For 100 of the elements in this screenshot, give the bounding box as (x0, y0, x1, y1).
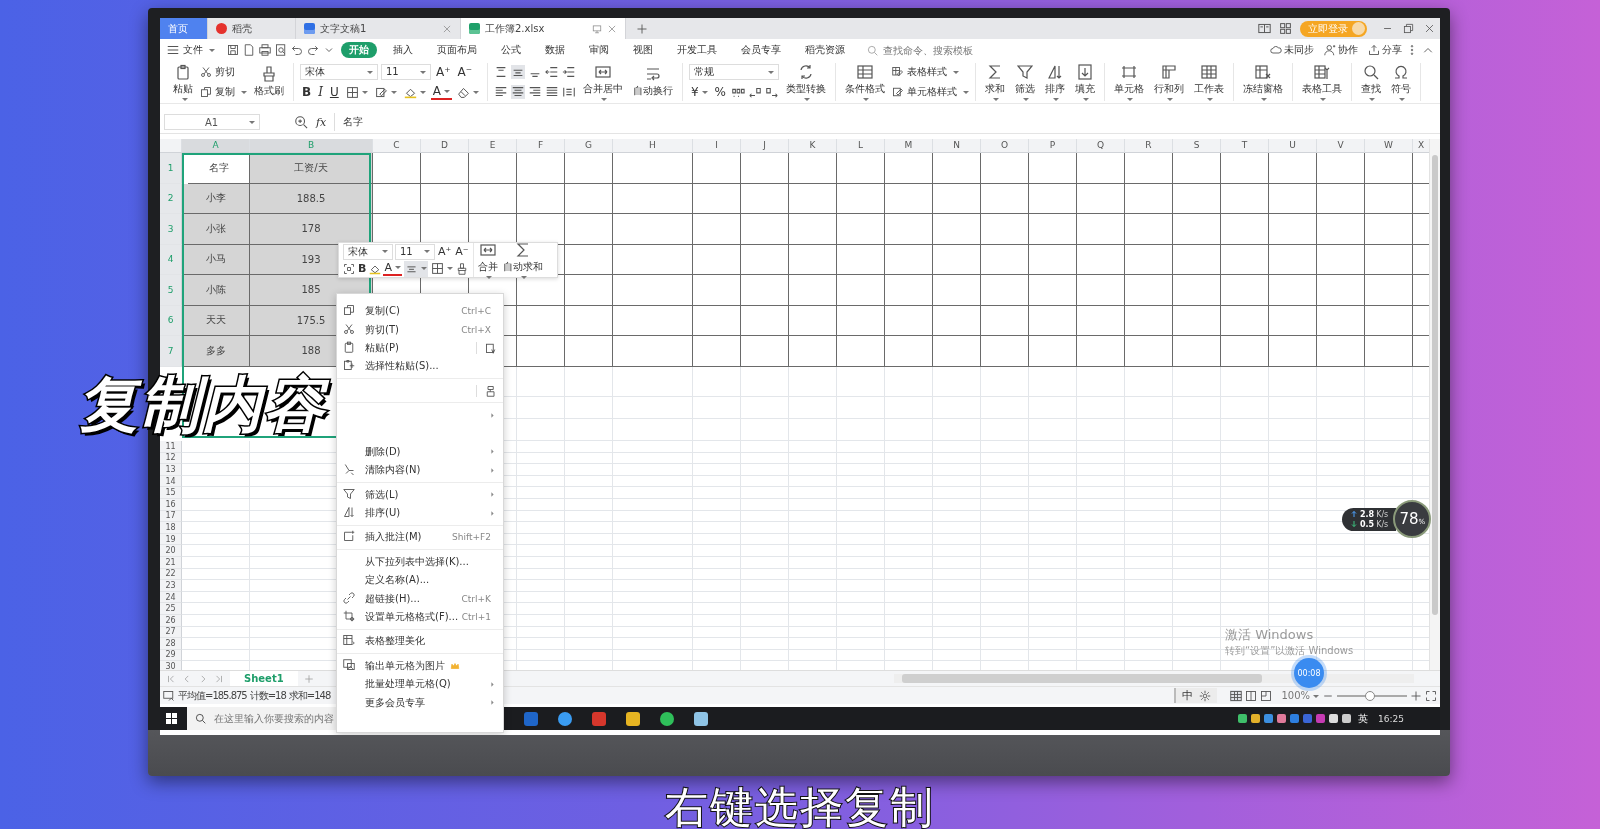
search-field[interactable]: 查找命令、搜索模板 (867, 43, 1005, 57)
row-header[interactable]: 13 (160, 464, 182, 476)
font-select[interactable]: 宋体 (300, 64, 378, 80)
shrink-font-button[interactable]: A⁻ (455, 64, 475, 80)
size-select[interactable]: 11 (381, 64, 431, 80)
toolbar-button[interactable]: 分享 (1368, 43, 1402, 57)
file-menu[interactable]: 文件 (166, 43, 215, 57)
column-header[interactable]: E (469, 139, 517, 153)
document-tab[interactable]: 首页 (160, 18, 208, 39)
ribbon-tab[interactable]: 数据 (537, 42, 573, 58)
menu-item[interactable]: 删除(D) (337, 442, 503, 462)
column-header[interactable]: H (613, 139, 693, 153)
menu-item[interactable]: 清除内容(N) (337, 461, 503, 480)
ribbon-tab[interactable]: 页面布局 (429, 42, 485, 58)
underline-button[interactable]: U (327, 84, 341, 100)
column-header[interactable]: P (1029, 139, 1077, 153)
column-header[interactable]: F (517, 139, 565, 153)
ribbon-tab[interactable]: 公式 (493, 42, 529, 58)
ribbon-button[interactable]: 填充 (1071, 63, 1098, 101)
size-select[interactable]: 11 (395, 243, 435, 260)
ribbon-button[interactable]: 自动求和 (501, 241, 544, 279)
toolbar-button[interactable]: 协作 (1324, 43, 1358, 57)
menu-item[interactable]: 表格整理美化 (337, 632, 503, 651)
column-header[interactable]: R (1125, 139, 1173, 153)
column-header[interactable]: U (1269, 139, 1317, 153)
column-header[interactable]: M (885, 139, 933, 153)
font-color-button[interactable]: A (430, 84, 452, 100)
ribbon-tab[interactable]: 会员专享 (733, 42, 789, 58)
ime-toolbar[interactable]: 中 (1174, 688, 1218, 703)
currency-button[interactable]: ¥ (688, 84, 710, 100)
column-header[interactable]: Q (1077, 139, 1125, 153)
row-header[interactable]: 15 (160, 487, 182, 499)
ribbon-button[interactable]: 合并居中 (579, 63, 626, 101)
column-header[interactable]: I (693, 139, 741, 153)
column-header[interactable]: N (933, 139, 981, 153)
ribbon-button[interactable]: 符号 (1387, 63, 1414, 101)
ribbon-button[interactable]: 排序 (1041, 63, 1068, 101)
menu-item[interactable]: 超链接(H)... Ctrl+K (337, 589, 503, 608)
zoom-level[interactable]: 100% (1281, 690, 1319, 701)
ribbon-button[interactable]: 条件格式 (841, 63, 888, 101)
formula-field[interactable]: 名字 (334, 113, 1436, 131)
font-color-button[interactable]: A (383, 261, 402, 276)
ribbon-button[interactable]: 冻结窗格 (1239, 63, 1286, 101)
language-indicator[interactable]: 英 (1358, 711, 1369, 726)
column-header[interactable]: G (565, 139, 613, 153)
menu-item[interactable]: 定义名称(A)... (337, 571, 503, 590)
menu-item[interactable]: 设置单元格格式(F)... Ctrl+1 (337, 607, 503, 627)
ribbon-tab[interactable]: 视图 (625, 42, 661, 58)
bold-button[interactable]: B (300, 84, 314, 100)
row-header[interactable]: 28 (160, 638, 182, 650)
clock[interactable]: 16:25 (1378, 713, 1404, 724)
row-header[interactable]: 11 (160, 441, 182, 453)
ribbon-tab[interactable]: 开发工具 (669, 42, 725, 58)
column-header[interactable]: C (373, 139, 421, 153)
menu-item[interactable]: 输出单元格为图片 (337, 656, 503, 676)
number-format-select[interactable]: 常规 (688, 64, 779, 80)
document-tab[interactable]: 工作簿2.xlsx (461, 18, 626, 39)
column-header[interactable]: K (789, 139, 837, 153)
name-box[interactable]: A1 (164, 114, 260, 130)
ribbon-button[interactable]: 求和 (981, 63, 1008, 101)
document-tab[interactable]: 稻壳 (208, 18, 296, 39)
function-button[interactable]: fx (316, 115, 327, 129)
bold-button[interactable]: B (357, 260, 368, 277)
ribbon-button[interactable]: 单元格样式 (891, 83, 969, 101)
column-header[interactable]: V (1317, 139, 1365, 153)
row-header[interactable]: 25 (160, 603, 182, 615)
row-header[interactable]: 18 (160, 522, 182, 534)
row-header[interactable]: 20 (160, 545, 182, 557)
column-header[interactable]: W (1365, 139, 1413, 153)
ribbon-button[interactable]: 自动换行 (629, 66, 676, 98)
italic-button[interactable]: I (316, 84, 325, 100)
ribbon-button[interactable]: 查找 (1357, 63, 1384, 101)
column-header[interactable]: T (1221, 139, 1269, 153)
menu-item[interactable]: 排序(U) (337, 503, 503, 523)
ribbon-button[interactable]: 筛选 (1011, 63, 1038, 101)
ribbon-button[interactable]: 复制 (200, 83, 247, 101)
ime-mode-button[interactable]: 中 (1182, 688, 1194, 703)
ribbon-button[interactable]: 行和列 (1150, 63, 1187, 101)
ribbon-button[interactable]: 类型转换 (782, 63, 829, 101)
percent-button[interactable]: % (712, 84, 728, 100)
toolbar-button[interactable]: 未同步 (1270, 43, 1314, 57)
ribbon-button[interactable]: 工作表 (1190, 63, 1227, 101)
ribbon-tab[interactable]: 插入 (385, 42, 421, 58)
grow-font-button[interactable]: A⁺ (437, 243, 453, 260)
grow-font-button[interactable]: A⁺ (434, 64, 453, 80)
menu-item[interactable]: 选择性粘贴(S)... (337, 357, 503, 376)
menu-item[interactable]: 从下拉列表中选择(K)... (337, 552, 503, 572)
column-header[interactable]: O (981, 139, 1029, 153)
menu-item[interactable]: 插入批注(M) Shift+F2 (337, 528, 503, 547)
ribbon-button[interactable]: 表格样式 (891, 63, 969, 81)
column-header[interactable]: J (741, 139, 789, 153)
ribbon-button[interactable]: 格式刷 (251, 66, 287, 98)
ribbon-button[interactable]: 剪切 (200, 63, 247, 81)
shrink-font-button[interactable]: A⁻ (454, 243, 470, 260)
ribbon-button[interactable]: 表格工具 (1298, 63, 1345, 101)
menu-item[interactable]: 筛选(L) (337, 485, 503, 504)
row-header[interactable]: 23 (160, 580, 182, 592)
font-select[interactable]: 宋体 (343, 243, 393, 260)
ribbon-tab[interactable]: 审阅 (581, 42, 617, 58)
ribbon-button[interactable]: 粘贴 (170, 63, 196, 101)
